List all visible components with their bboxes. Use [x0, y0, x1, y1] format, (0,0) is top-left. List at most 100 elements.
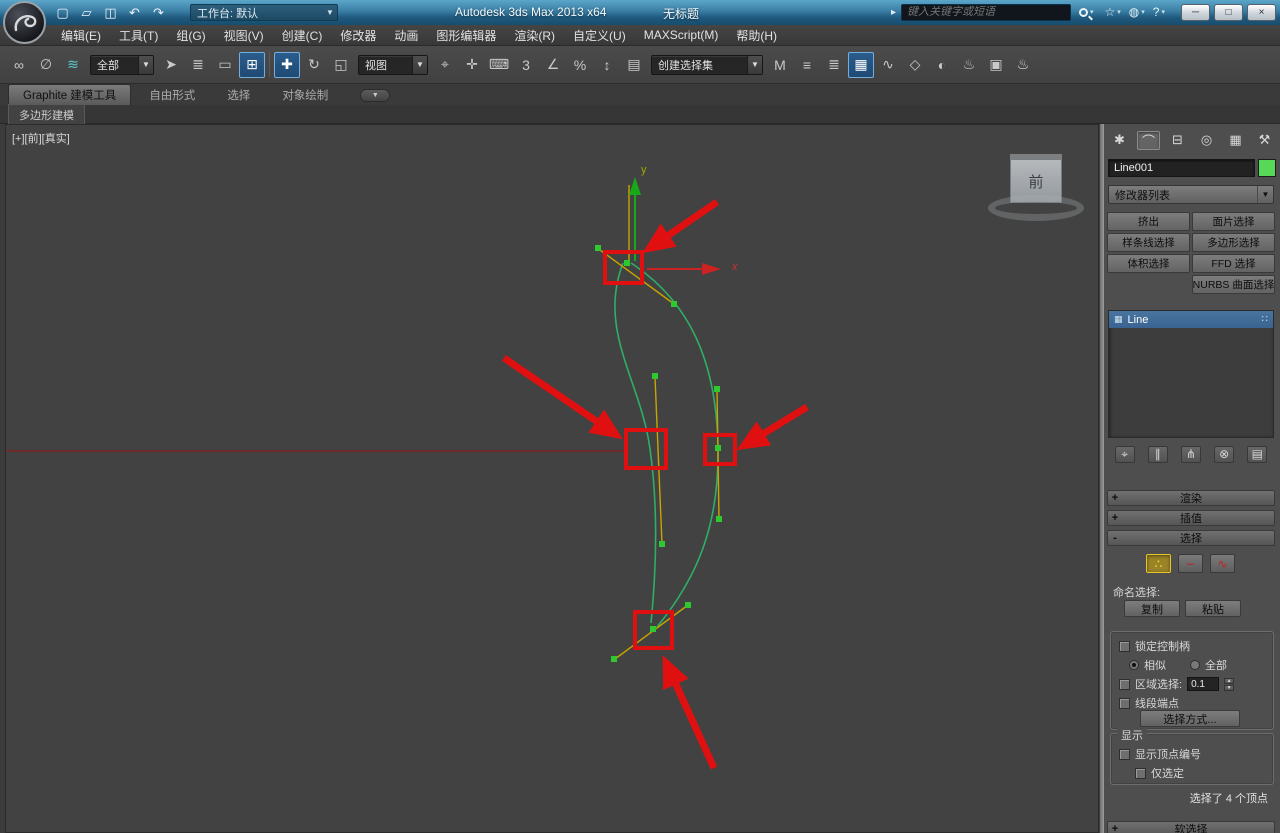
modifier-preset-button[interactable]: 面片选择 [1192, 212, 1275, 231]
ribbon-tab[interactable]: 对象绘制 [268, 85, 342, 105]
hierarchy-tab-icon[interactable]: ⊟ [1166, 131, 1189, 150]
layer-manager-icon[interactable]: ≣ [821, 52, 847, 78]
create-tab-icon[interactable]: ✱ [1108, 131, 1131, 150]
viewcube[interactable]: 前 [1010, 159, 1062, 203]
sign-in-icon[interactable]: ☆ ▾ [1102, 3, 1124, 21]
stack-row-toggle-icon[interactable]: ∷ [1262, 314, 1268, 325]
new-file-icon[interactable]: ▢ [52, 3, 73, 22]
configure-modifier-sets-icon[interactable]: ▤ [1247, 445, 1268, 463]
vertex-mode-icon[interactable]: ∴ [1146, 554, 1171, 573]
ribbon-minimize-button[interactable]: ▼ [360, 89, 391, 102]
stack-row[interactable]: ▦ Line ∷ [1109, 311, 1273, 328]
bind-to-space-warp-icon[interactable]: ≋ [60, 52, 86, 78]
polygon-modeling-panel-tab[interactable]: 多边形建模 [8, 103, 85, 125]
segment-end-checkbox[interactable] [1119, 697, 1130, 709]
modifier-list-dropdown[interactable]: 修改器列表 ▼ [1108, 185, 1274, 204]
workspace-dropdown[interactable]: 工作台: 默认 ▼ [190, 4, 338, 21]
select-object-icon[interactable]: ➤ [158, 52, 184, 78]
menu-item[interactable]: 组(G) [167, 25, 214, 46]
undo-icon[interactable]: ↶ [124, 3, 145, 22]
modifier-preset-button[interactable]: 多边形选择 [1192, 233, 1275, 252]
keyboard-override-icon[interactable]: ⌨ [486, 52, 512, 78]
motion-tab-icon[interactable]: ◎ [1195, 131, 1218, 150]
ribbon-tab[interactable]: 选择 [213, 85, 264, 105]
render-setup-icon[interactable]: ♨ [956, 52, 982, 78]
percent-snap-icon[interactable]: % [567, 52, 593, 78]
open-file-icon[interactable]: ▱ [76, 3, 97, 22]
align-icon[interactable]: ≡ [794, 52, 820, 78]
area-selection-checkbox[interactable] [1119, 678, 1130, 690]
spinner-snap-icon[interactable]: ↕ [594, 52, 620, 78]
expand-search-icon[interactable]: ▸ [891, 7, 896, 18]
area-threshold-spinner[interactable]: ▲ ▼ [1224, 677, 1235, 691]
redo-icon[interactable]: ↷ [148, 3, 169, 22]
select-by-name-icon[interactable]: ≣ [185, 52, 211, 78]
show-end-result-icon[interactable]: ∥ [1147, 445, 1168, 463]
material-editor-icon[interactable]: ◐ [929, 52, 955, 78]
select-and-rotate-icon[interactable]: ↻ [301, 52, 327, 78]
help-icon[interactable]: ? ▾ [1150, 3, 1168, 21]
close-button[interactable]: × [1247, 3, 1276, 21]
application-menu-button[interactable] [3, 1, 46, 44]
angle-snap-icon[interactable]: ∠ [540, 52, 566, 78]
axis-gizmo[interactable]: y x [629, 164, 738, 275]
select-and-link-icon[interactable]: ∞ [6, 52, 32, 78]
named-selection-set-combo[interactable]: 创建选择集 ▼ [651, 54, 763, 75]
graphite-ribbon-toggle-icon[interactable]: ▦ [848, 51, 874, 78]
curve-editor-icon[interactable]: ∿ [875, 52, 901, 78]
modifier-preset-button[interactable]: 挤出 [1107, 212, 1190, 231]
rectangular-selection-region-icon[interactable]: ▭ [212, 52, 238, 78]
rollout-render[interactable]: + 渲染 [1107, 490, 1275, 506]
menu-item[interactable]: 编辑(E) [52, 25, 110, 46]
rendered-frame-icon[interactable]: ▣ [983, 52, 1009, 78]
unlink-selection-icon[interactable]: ∅ [33, 52, 59, 78]
select-and-move-icon[interactable]: ✚ [274, 51, 300, 78]
modifier-preset-button[interactable]: 体积选择 [1107, 254, 1190, 273]
modifier-preset-button[interactable]: 样条线选择 [1107, 233, 1190, 252]
ribbon-tab[interactable]: Graphite 建模工具 [8, 84, 132, 105]
select-by-button[interactable]: 选择方式... [1140, 710, 1240, 727]
menu-item[interactable]: 渲染(R) [505, 25, 564, 46]
all-radio[interactable] [1190, 660, 1200, 670]
rollout-selection[interactable]: - 选择 [1107, 530, 1275, 546]
select-and-manipulate-icon[interactable]: ✛ [459, 52, 485, 78]
edit-named-selections-icon[interactable]: ▤ [621, 52, 647, 78]
lock-handles-checkbox[interactable] [1119, 640, 1130, 652]
snaps-toggle-icon[interactable]: 3 [513, 52, 539, 78]
tangent-handles[interactable] [599, 185, 720, 660]
menu-item[interactable]: MAXScript(M) [635, 26, 728, 44]
pin-stack-icon[interactable]: ⌖ [1114, 445, 1135, 463]
select-and-scale-icon[interactable]: ◱ [328, 52, 354, 78]
display-tab-icon[interactable]: ▦ [1224, 131, 1247, 150]
render-production-icon[interactable]: ♨ [1010, 52, 1036, 78]
similar-radio[interactable] [1129, 660, 1139, 670]
mirror-icon[interactable]: M [767, 52, 793, 78]
save-file-icon[interactable]: ◫ [100, 3, 121, 22]
schematic-view-icon[interactable]: ◇ [902, 52, 928, 78]
remove-modifier-icon[interactable]: ⊗ [1214, 445, 1235, 463]
menu-item[interactable]: 工具(T) [110, 25, 167, 46]
utilities-tab-icon[interactable]: ⚒ [1253, 131, 1276, 150]
segment-mode-icon[interactable]: ⌣ [1178, 554, 1203, 573]
menu-item[interactable]: 动画 [385, 25, 427, 46]
search-input[interactable] [901, 3, 1071, 21]
menu-item[interactable]: 帮助(H) [727, 25, 786, 46]
ribbon-tab[interactable]: 自由形式 [135, 85, 209, 105]
menu-item[interactable]: 自定义(U) [564, 25, 635, 46]
paste-button[interactable]: 粘贴 [1185, 600, 1241, 617]
menu-item[interactable]: 修改器 [331, 25, 385, 46]
spinner-down-icon[interactable]: ▼ [1224, 684, 1235, 691]
show-vertex-numbers-checkbox[interactable] [1119, 748, 1130, 760]
selected-only-checkbox[interactable] [1135, 767, 1146, 779]
spinner-up-icon[interactable]: ▲ [1224, 677, 1235, 684]
rollout-soft-selection[interactable]: + 软选择 [1107, 821, 1275, 833]
modifier-preset-button[interactable]: FFD 选择 [1192, 254, 1275, 273]
make-unique-icon[interactable]: ⋔ [1180, 445, 1201, 463]
area-threshold-field[interactable]: 0.1 [1187, 677, 1220, 691]
menu-item[interactable]: 图形编辑器 [427, 25, 505, 46]
communication-center-icon[interactable]: ◍ ▾ [1126, 3, 1148, 21]
selection-filter-dropdown[interactable]: 全部 ▼ [90, 54, 154, 75]
window-crossing-toggle-icon[interactable]: ⊞ [239, 51, 265, 78]
copy-button[interactable]: 复制 [1124, 600, 1180, 617]
menu-item[interactable]: 视图(V) [215, 25, 273, 46]
